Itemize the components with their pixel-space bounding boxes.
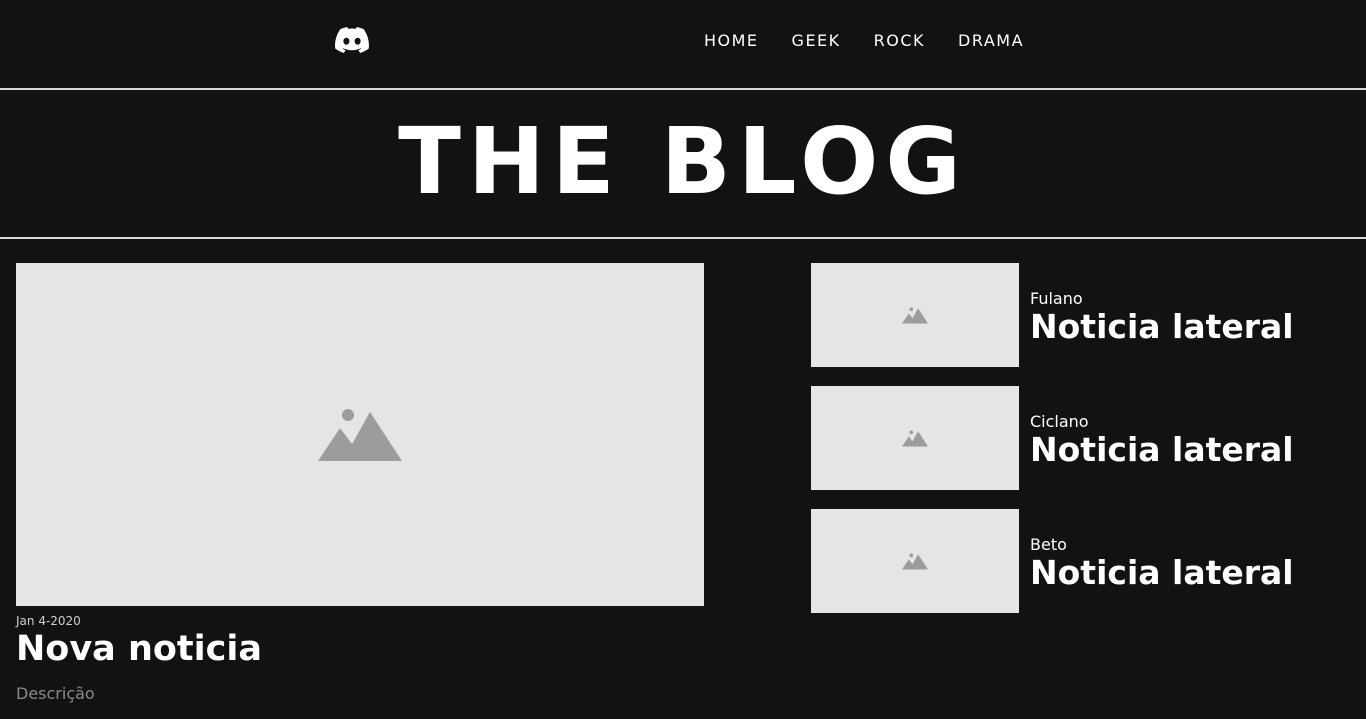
header-divider-top xyxy=(0,88,1366,90)
nav-links: HOME GEEK ROCK DRAMA xyxy=(704,31,1024,50)
side-post-author: Fulano xyxy=(1030,289,1083,308)
main-post-date: Jan 4-2020 xyxy=(16,614,81,628)
header-divider-bottom xyxy=(0,237,1366,239)
side-post-title[interactable]: Noticia lateral xyxy=(1030,307,1294,347)
image-placeholder-icon xyxy=(318,408,402,461)
image-placeholder-icon xyxy=(902,429,928,447)
side-post[interactable]: Beto Noticia lateral xyxy=(811,509,1366,613)
nav-link-home[interactable]: HOME xyxy=(704,31,759,50)
side-post-title[interactable]: Noticia lateral xyxy=(1030,553,1294,593)
side-post[interactable]: Fulano Noticia lateral xyxy=(811,263,1366,367)
top-navigation: HOME GEEK ROCK DRAMA xyxy=(0,0,1366,88)
side-post-image[interactable] xyxy=(811,509,1019,613)
main-post-description: Descrição xyxy=(16,684,95,703)
nav-link-geek[interactable]: GEEK xyxy=(792,31,841,50)
side-post-author: Ciclano xyxy=(1030,412,1089,431)
image-placeholder-icon xyxy=(902,552,928,570)
side-post-image[interactable] xyxy=(811,386,1019,490)
main-post-title[interactable]: Nova noticia xyxy=(16,627,262,671)
main-post-image[interactable] xyxy=(16,263,704,606)
nav-link-rock[interactable]: ROCK xyxy=(874,31,925,50)
discord-icon[interactable] xyxy=(335,27,369,53)
side-post-author: Beto xyxy=(1030,535,1067,554)
side-post-title[interactable]: Noticia lateral xyxy=(1030,430,1294,470)
side-post-image[interactable] xyxy=(811,263,1019,367)
nav-link-drama[interactable]: DRAMA xyxy=(958,31,1024,50)
image-placeholder-icon xyxy=(902,306,928,324)
side-post[interactable]: Ciclano Noticia lateral xyxy=(811,386,1366,490)
page-title: THE BLOG xyxy=(398,108,968,215)
